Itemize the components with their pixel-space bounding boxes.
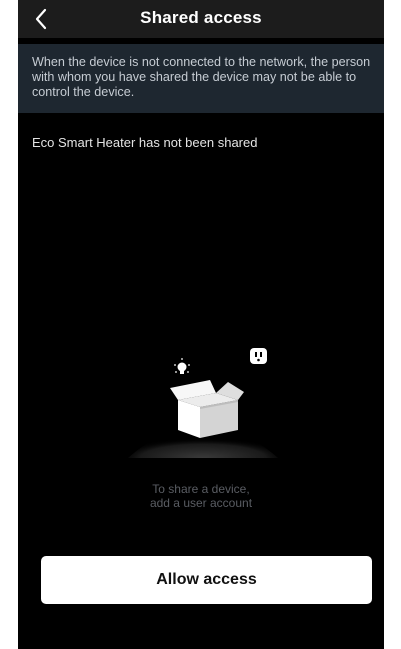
power-outlet-icon: [250, 348, 267, 364]
allow-access-button[interactable]: Allow access: [41, 556, 372, 604]
share-hint: To share a device, add a user account: [18, 482, 384, 510]
empty-state-illustration: [128, 348, 278, 458]
network-notice-banner: When the device is not connected to the …: [18, 44, 384, 113]
hint-line-2: add a user account: [149, 496, 253, 510]
screen: Shared access When the device is not con…: [18, 0, 384, 649]
light-bulb-icon: [174, 358, 190, 374]
notice-text: When the device is not connected to the …: [32, 55, 371, 99]
open-box-icon: [170, 380, 244, 438]
hint-line-1: To share a device,: [152, 482, 250, 496]
navigation-bar: Shared access: [18, 0, 384, 38]
page-title: Shared access: [140, 8, 262, 27]
share-status-text: Eco Smart Heater has not been shared: [32, 135, 258, 150]
